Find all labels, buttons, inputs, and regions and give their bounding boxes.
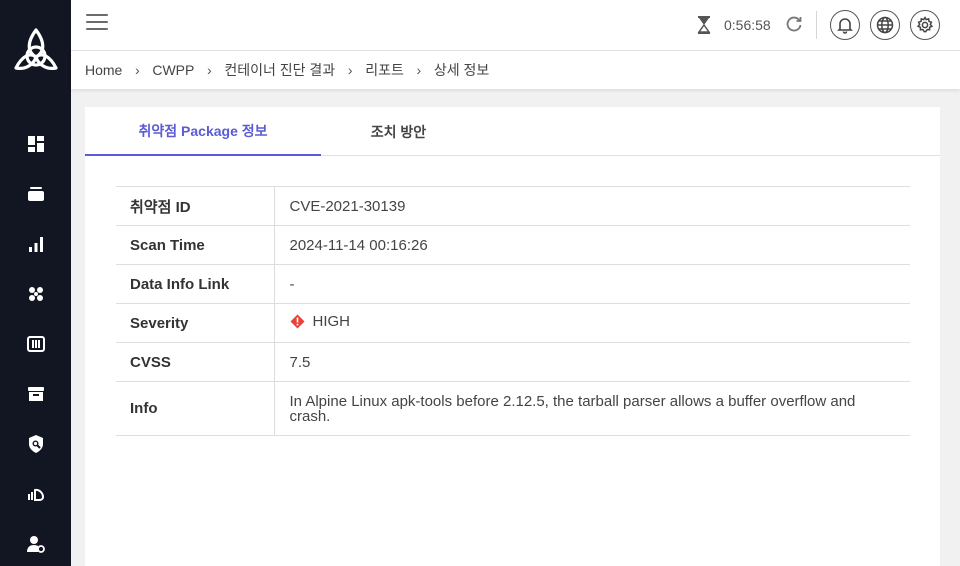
- header-divider: [816, 11, 817, 39]
- vulnerability-id-value: CVE-2021-30139: [289, 197, 406, 215]
- chevron-right-icon: ›: [207, 62, 212, 78]
- tab-bar: 취약점 Package 정보 조치 방안: [85, 107, 940, 156]
- archive-icon[interactable]: [24, 382, 48, 406]
- hourglass-icon: [697, 16, 711, 34]
- chevron-right-icon: ›: [416, 62, 422, 78]
- cloud-icon[interactable]: [24, 482, 48, 506]
- layers-icon[interactable]: [24, 182, 48, 206]
- tab-remediation[interactable]: 조치 방안: [321, 107, 476, 156]
- table-row: Scan Time 2024-11-14 00:16:26: [116, 225, 910, 265]
- table-row: CVSS 7.5: [116, 342, 910, 382]
- table-row: Data Info Link -: [116, 264, 910, 304]
- breadcrumb-cwpp[interactable]: CWPP: [152, 62, 194, 78]
- triquetra-logo[interactable]: [12, 26, 60, 74]
- vulnerability-detail-table: 취약점 ID CVE-2021-30139 Scan Time 2024-11-…: [116, 186, 910, 436]
- breadcrumb-container-results[interactable]: 컨테이너 진단 결과: [224, 60, 335, 80]
- user-settings-icon[interactable]: [24, 532, 48, 556]
- breadcrumb-report[interactable]: 리포트: [365, 60, 404, 80]
- table-row: Severity HIGH: [116, 303, 910, 343]
- table-row: Info In Alpine Linux apk-tools before 2.…: [116, 381, 910, 436]
- table-row: 취약점 ID CVE-2021-30139: [116, 186, 910, 226]
- scan-time-value: 2024-11-14 00:16:26: [289, 236, 428, 254]
- row-label: Scan Time: [116, 225, 275, 265]
- severity-cell: HIGH: [274, 304, 910, 343]
- menu-toggle-icon[interactable]: [86, 14, 108, 34]
- tab-vulnerability-package[interactable]: 취약점 Package 정보: [85, 107, 321, 156]
- breadcrumb-detail: 상세 정보: [433, 62, 490, 78]
- cluster-icon[interactable]: [24, 282, 48, 306]
- server-icon[interactable]: [24, 332, 48, 356]
- severity-value: HIGH: [312, 313, 351, 330]
- cvss-value: 7.5: [289, 353, 311, 371]
- chevron-right-icon: ›: [347, 62, 353, 78]
- breadcrumb-home[interactable]: Home: [85, 62, 122, 78]
- row-label: 취약점 ID: [116, 186, 275, 226]
- session-timer: 0:56:58: [724, 17, 771, 33]
- chevron-right-icon: ›: [135, 62, 140, 78]
- row-label: Severity: [116, 303, 275, 343]
- breadcrumb: Home › CWPP › 컨테이너 진단 결과 › 리포트 › 상세 정보: [71, 51, 960, 89]
- dashboard-icon[interactable]: [24, 132, 48, 156]
- detail-card: 취약점 Package 정보 조치 방안 취약점 ID CVE-2021-301…: [85, 107, 940, 566]
- warning-diamond-icon: [290, 314, 304, 329]
- globe-icon[interactable]: [870, 10, 900, 40]
- data-info-link-value: -: [289, 275, 295, 293]
- top-header: 0:56:58: [71, 0, 960, 51]
- bar-chart-icon[interactable]: [24, 232, 48, 256]
- refresh-icon[interactable]: [785, 15, 803, 33]
- gear-icon[interactable]: [910, 10, 940, 40]
- sidebar: [0, 0, 71, 566]
- bell-icon[interactable]: [830, 10, 860, 40]
- info-value: In Alpine Linux apk-tools before 2.12.5,…: [289, 392, 856, 425]
- row-label: CVSS: [116, 342, 275, 382]
- row-label: Data Info Link: [116, 264, 275, 304]
- shield-search-icon[interactable]: [24, 432, 48, 456]
- row-label: Info: [116, 381, 275, 436]
